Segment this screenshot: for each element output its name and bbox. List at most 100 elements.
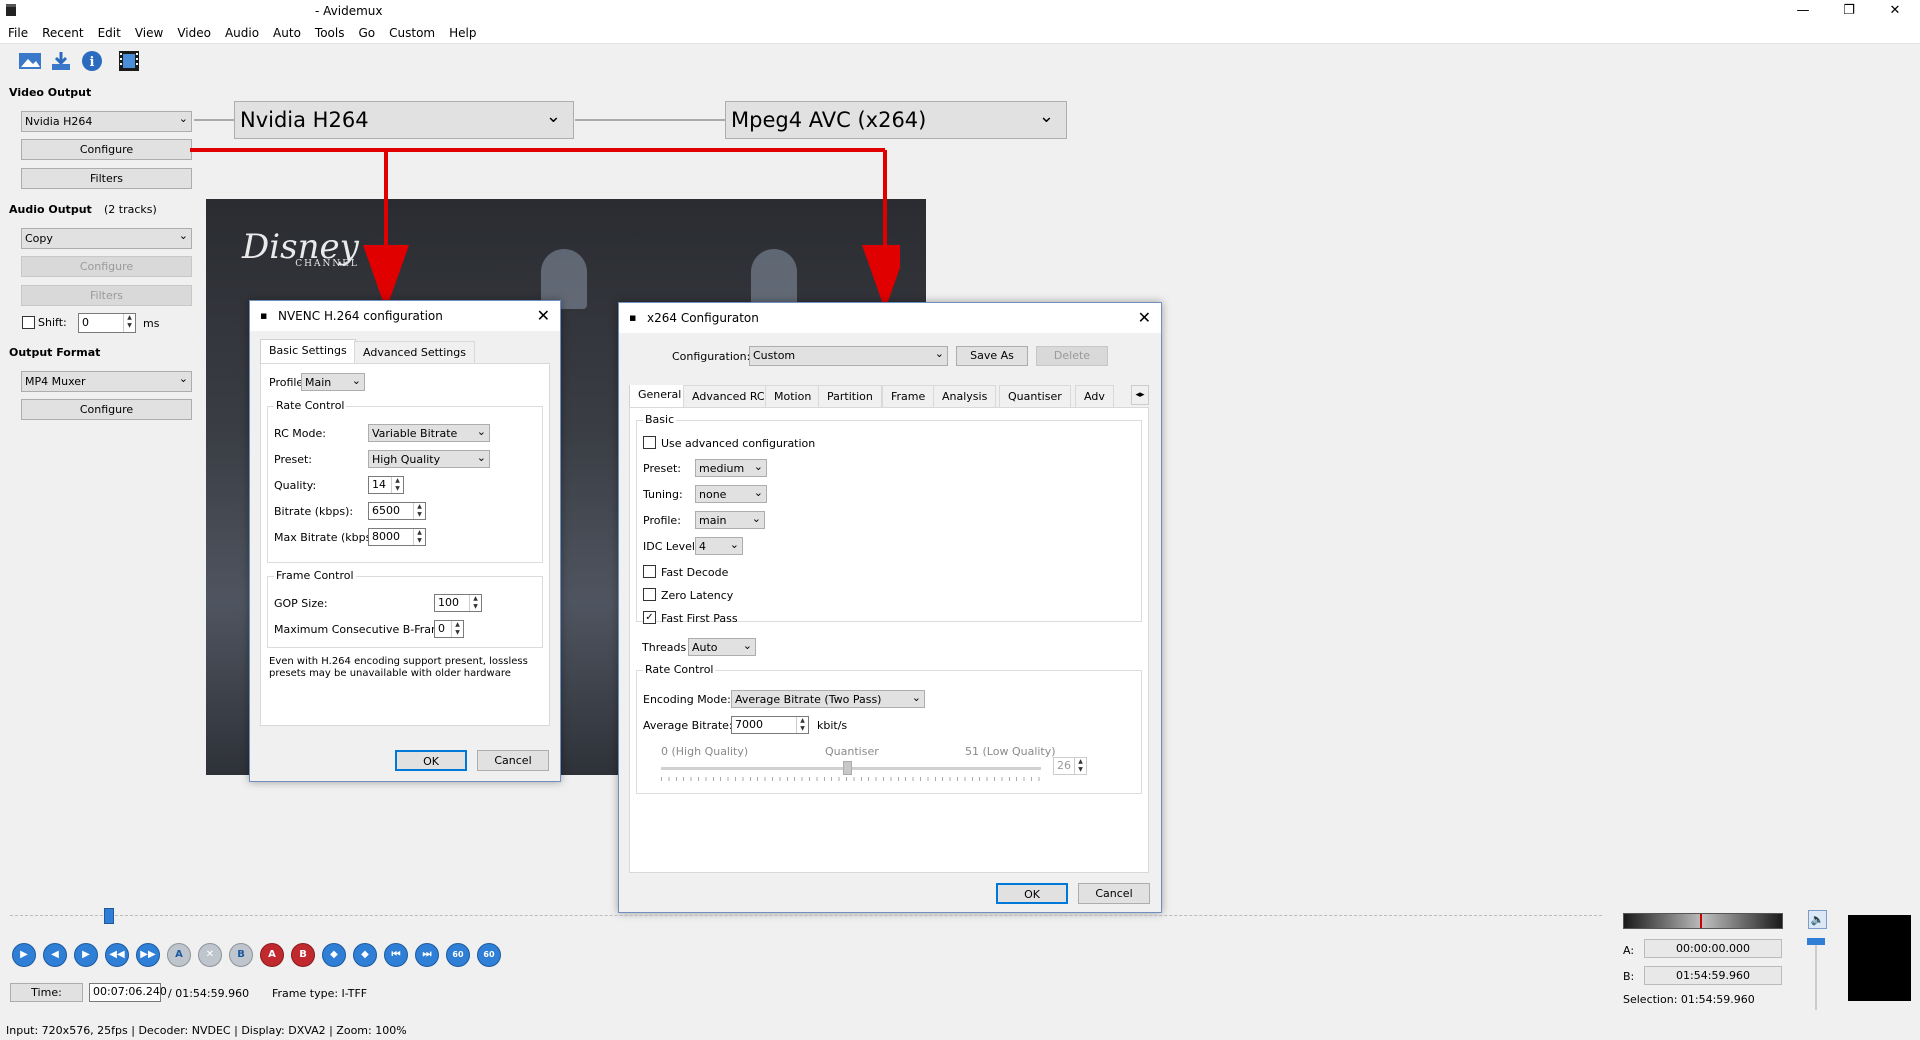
muxer-select[interactable]: MP4 Muxer ⌄ [21,371,192,392]
nvenc-ok-button[interactable]: OK [395,750,467,771]
tab-basic-settings[interactable]: Basic Settings [260,339,356,363]
spin-arrows-icon[interactable]: ▲ ▼ [469,595,481,611]
save-icon[interactable] [49,50,73,72]
tab-quantiser[interactable]: Quantiser [999,385,1071,407]
audio-codec-select[interactable]: Copy ⌄ [21,228,192,249]
menu-tools[interactable]: Tools [307,24,351,40]
tab-scroll-right-icon[interactable]: ◂▸ [1131,385,1149,405]
profile-select[interactable]: main ⌄ [695,511,765,529]
average-bitrate-input[interactable]: 7000 ▲ ▼ [731,716,809,734]
menu-file[interactable]: File [0,24,34,40]
tab-frame[interactable]: Frame [882,385,935,407]
goto-marker-a-icon[interactable]: A [260,943,284,967]
tab-advanced-rc[interactable]: Advanced RC [683,385,774,407]
configuration-select[interactable]: Custom ⌄ [749,346,948,366]
delete-icon[interactable]: ✕ [198,943,222,967]
next-keyframe-icon[interactable]: ▶▶ [136,943,160,967]
video-configure-button[interactable]: Configure [21,139,192,160]
fast-first-pass-checkbox[interactable]: ✓ [643,611,656,624]
delete-button[interactable]: Delete [1036,346,1108,366]
spin-arrows-icon[interactable]: ▲ ▼ [391,477,403,493]
time-input[interactable]: 00:07:06.240 [89,983,167,1002]
profile-select[interactable]: Main ⌄ [301,373,365,391]
tab-motion[interactable]: Motion [765,385,821,407]
first-frame-icon[interactable]: ⏮ [384,943,408,967]
set-marker-a-icon[interactable]: A [167,943,191,967]
spin-arrows-icon[interactable]: ▲ ▼ [413,503,425,519]
menu-edit[interactable]: Edit [90,24,127,40]
spin-arrows-icon[interactable]: ▲ ▼ [451,621,463,637]
close-icon[interactable]: ✕ [1872,0,1918,24]
next-frame-icon[interactable]: ▶ [74,943,98,967]
open-image-icon[interactable] [18,50,42,72]
goto-marker-b-icon[interactable]: B [291,943,315,967]
video-filters-button[interactable]: Filters [21,168,192,189]
nvenc-cancel-button[interactable]: Cancel [477,750,549,771]
use-advanced-checkbox[interactable] [643,436,656,449]
menu-video[interactable]: Video [169,24,217,40]
spin-arrows-icon[interactable]: ▲ ▼ [796,717,808,733]
speaker-icon[interactable]: 🔈 [1808,910,1827,929]
quality-input[interactable]: 14 ▲ ▼ [368,476,404,494]
timeline-playhead[interactable] [103,908,114,924]
preset-select[interactable]: medium ⌄ [695,459,767,477]
tuning-select[interactable]: none ⌄ [695,485,767,503]
next-cut-icon[interactable]: ◆ [353,943,377,967]
shift-input[interactable]: 0 ▲ ▼ [78,313,136,333]
tab-advanced-settings[interactable]: Advanced Settings [354,341,475,363]
menu-help[interactable]: Help [441,24,482,40]
shift-checkbox[interactable] [22,316,35,329]
rc-mode-select[interactable]: Variable Bitrate ⌄ [368,424,490,442]
spin-arrows-icon[interactable]: ▲ ▼ [1074,758,1086,774]
timeline-track[interactable] [10,915,1602,916]
volume-slider-thumb[interactable] [1807,938,1825,945]
gop-input[interactable]: 100 ▲ ▼ [434,594,482,612]
set-marker-b-icon[interactable]: B [229,943,253,967]
forward-60s-icon[interactable]: 60 [477,943,501,967]
tab-analysis[interactable]: Analysis [933,385,997,407]
play-icon[interactable]: ▶ [12,943,36,967]
audio-configure-button[interactable]: Configure [21,256,192,277]
restore-icon[interactable]: ❐ [1826,0,1872,24]
tab-partition[interactable]: Partition [818,385,882,407]
bframes-input[interactable]: 0 ▲ ▼ [434,620,464,638]
time-button[interactable]: Time: [10,983,83,1002]
quantiser-value-input[interactable]: 26 ▲ ▼ [1053,757,1087,775]
back-60s-icon[interactable]: 60 [446,943,470,967]
threads-select[interactable]: Auto ⌄ [688,638,756,656]
menu-auto[interactable]: Auto [265,24,307,40]
quantiser-slider-thumb[interactable] [843,761,852,775]
video-codec-select[interactable]: Nvidia H264 ⌄ [21,111,192,132]
film-icon[interactable] [117,50,141,72]
spin-arrows-icon[interactable]: ▲ ▼ [413,529,425,545]
menu-view[interactable]: View [127,24,169,40]
idc-level-select[interactable]: 4 ⌄ [695,537,743,555]
spin-arrows-icon[interactable]: ▲ ▼ [123,314,135,332]
minimize-icon[interactable]: — [1780,0,1826,24]
x264-cancel-button[interactable]: Cancel [1078,883,1150,904]
close-icon[interactable]: ✕ [537,306,550,325]
menu-audio[interactable]: Audio [217,24,265,40]
preset-select[interactable]: High Quality ⌄ [368,450,490,468]
muxer-configure-button[interactable]: Configure [21,399,192,420]
tab-adv[interactable]: Adv [1075,385,1114,407]
audio-filters-button[interactable]: Filters [21,285,192,306]
x264-ok-button[interactable]: OK [996,883,1068,904]
menu-go[interactable]: Go [350,24,381,40]
max-bitrate-input[interactable]: 8000 ▲ ▼ [368,528,426,546]
last-frame-icon[interactable]: ⏭ [415,943,439,967]
zero-latency-checkbox[interactable] [643,588,656,601]
volume-slider-track[interactable] [1815,945,1817,1010]
info-icon[interactable]: i [80,50,104,72]
menu-custom[interactable]: Custom [381,24,441,40]
bitrate-input[interactable]: 6500 ▲ ▼ [368,502,426,520]
previous-keyframe-icon[interactable]: ◀◀ [105,943,129,967]
close-icon[interactable]: ✕ [1138,308,1151,327]
previous-cut-icon[interactable]: ◆ [322,943,346,967]
menu-recent[interactable]: Recent [34,24,89,40]
fast-decode-checkbox[interactable] [643,565,656,578]
previous-frame-icon[interactable]: ◀ [43,943,67,967]
tab-general[interactable]: General [629,385,691,407]
save-as-button[interactable]: Save As [956,346,1028,366]
encoding-mode-select[interactable]: Average Bitrate (Two Pass) ⌄ [731,690,925,708]
